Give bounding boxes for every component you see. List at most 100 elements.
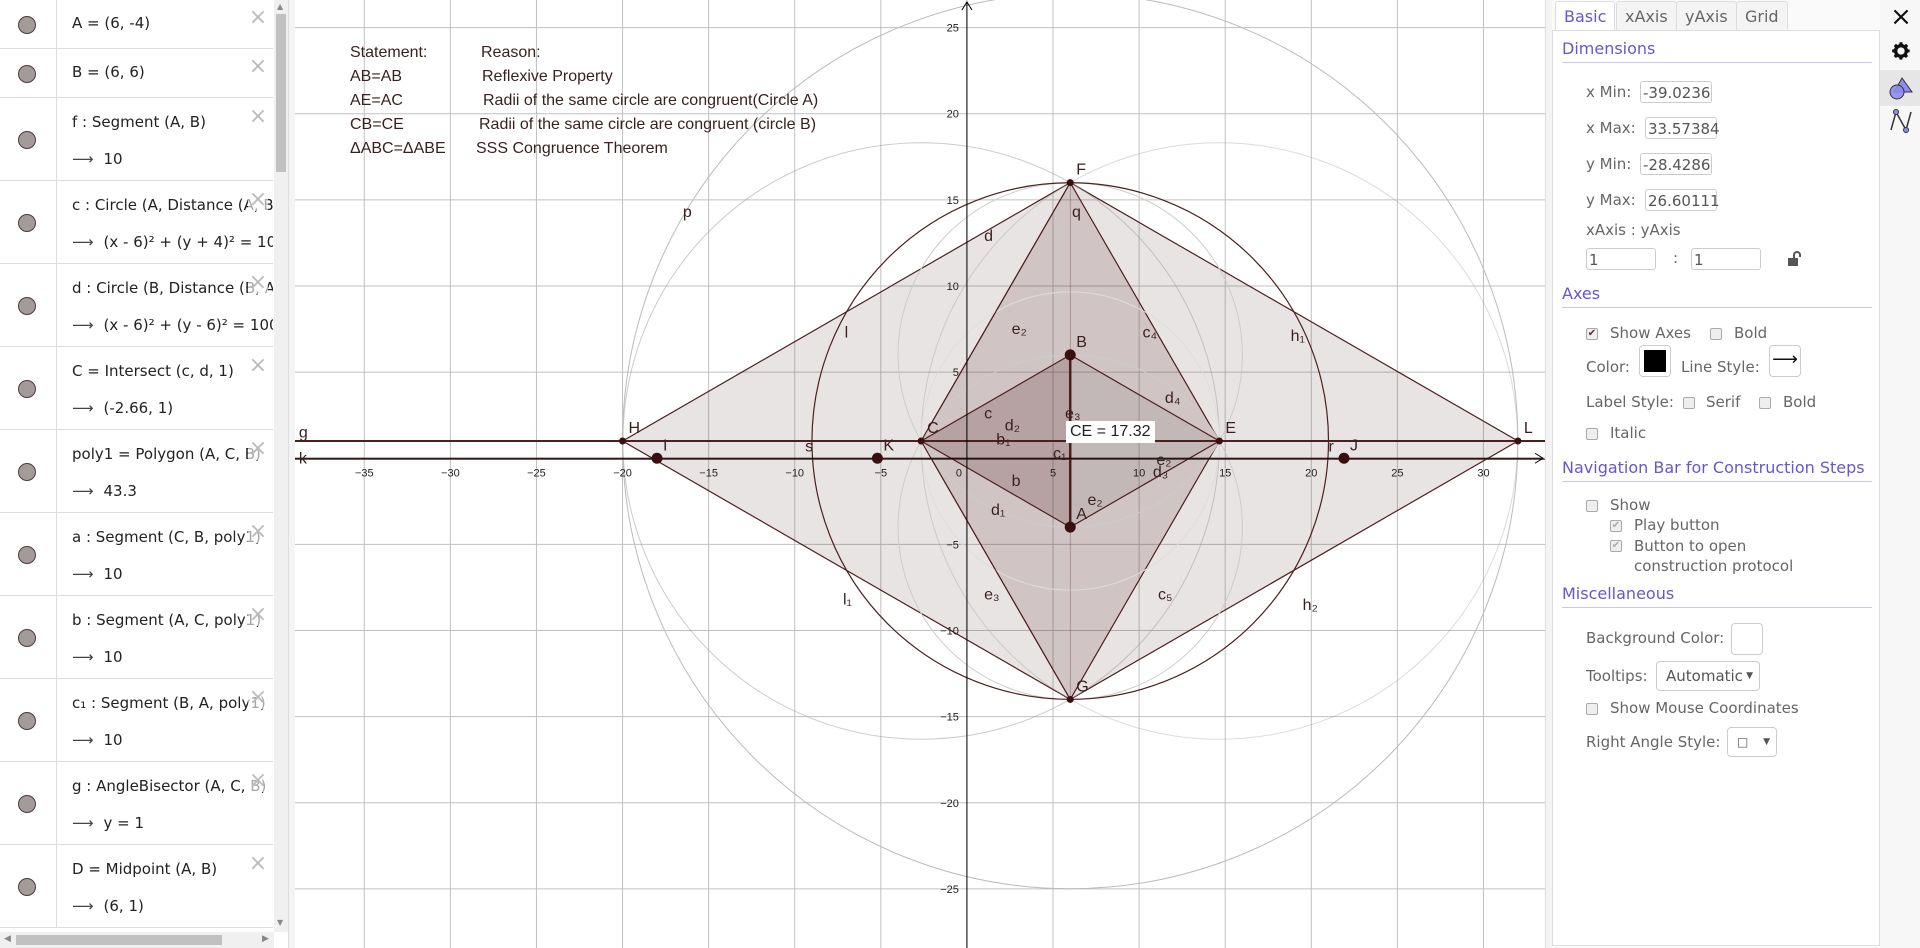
axes-color-button[interactable] [1639,345,1671,377]
close-icon[interactable]: × [1886,2,1916,32]
ymin-input[interactable]: -28.4286 [1640,153,1712,175]
scroll-right-arrow-icon[interactable]: ▶ [262,934,269,944]
point-h[interactable] [619,437,627,445]
algebra-definition[interactable]: f : Segment (A, B) [72,113,206,131]
algebra-definition[interactable]: C = Intersect (c, d, 1) [72,362,234,380]
delete-icon[interactable]: × [248,56,268,78]
algebra-row[interactable]: c₁ : Segment (B, A, poly1) ⟶ 10 × [0,679,273,762]
play-button-checkbox[interactable]: ✔ [1610,520,1622,532]
delete-icon[interactable]: × [248,770,268,792]
visibility-toggle-icon[interactable] [18,64,36,83]
function-graph-icon[interactable] [1886,106,1916,136]
tab-yaxis[interactable]: yAxis [1676,1,1737,31]
point-i[interactable] [651,452,663,464]
algebra-definition[interactable]: c : Circle (A, Distance (A, B)) [72,196,273,214]
scroll-left-arrow-icon[interactable]: ◀ [4,934,11,944]
scrollbar-thumb[interactable] [276,14,286,172]
algebra-definition[interactable]: d : Circle (B, Distance (B, A)) [72,279,273,297]
delete-icon[interactable]: × [248,106,268,128]
line-style-button[interactable]: ⟶ [1769,345,1801,377]
scrollbar-thumb[interactable] [16,935,222,945]
algebra-row[interactable]: c : Circle (A, Distance (A, B)) ⟶ (x - 6)²… [0,181,273,264]
gear-icon[interactable] [1886,36,1916,66]
italic-checkbox[interactable] [1586,428,1598,440]
visibility-toggle-icon[interactable] [18,296,36,315]
navbar-show-label: Show [1610,496,1651,514]
delete-icon[interactable]: × [248,355,268,377]
algebra-horizontal-scrollbar[interactable]: ◀ ▶ [0,932,274,948]
delete-icon[interactable]: × [248,7,268,29]
xmax-input[interactable]: 33.57384 [1645,117,1720,139]
graphics-view-icon[interactable] [1880,70,1920,106]
show-axes-checkbox[interactable]: ✔ [1586,328,1598,340]
algebra-row[interactable]: b : Segment (A, C, poly1) ⟶ 10 × [0,596,273,679]
algebra-vertical-scrollbar[interactable]: ▲ ▼ [274,0,288,932]
point-a[interactable] [1064,521,1076,533]
ymax-input[interactable]: 26.60111 [1645,189,1720,211]
scroll-up-arrow-icon[interactable]: ▲ [277,2,283,11]
tooltips-select[interactable]: Automatic ▼ [1656,661,1760,691]
point-c[interactable] [917,437,925,445]
point-l[interactable] [1514,437,1522,445]
tab-basic[interactable]: Basic [1555,1,1616,32]
algebra-definition[interactable]: a : Segment (C, B, poly1) [72,528,261,546]
point-g[interactable] [1066,695,1074,703]
delete-icon[interactable]: × [248,687,268,709]
algebra-row[interactable]: C = Intersect (c, d, 1) ⟶ (-2.66, 1) × [0,347,273,430]
algebra-row[interactable]: poly1 = Polygon (A, C, B) ⟶ 43.3 × [0,430,273,513]
algebra-row[interactable]: f : Segment (A, B) ⟶ 10 × [0,98,273,181]
visibility-toggle-icon[interactable] [18,545,36,564]
ratio-x-input[interactable]: 1 [1586,248,1656,270]
algebra-row[interactable]: B = (6, 6) × [0,49,273,98]
navbar-show-checkbox[interactable] [1586,500,1598,512]
visibility-toggle-icon[interactable] [18,711,36,730]
algebra-row[interactable]: D = Midpoint (A, B) ⟶ (6, 1) × [0,845,273,928]
point-k[interactable] [871,452,883,464]
mouse-coords-checkbox[interactable] [1586,703,1598,715]
tab-grid[interactable]: Grid [1736,1,1788,31]
section-miscellaneous: Miscellaneous [1562,584,1872,608]
label-bold-checkbox[interactable] [1759,397,1771,409]
y-tick-label: −10 [940,626,959,638]
visibility-toggle-icon[interactable] [18,213,36,232]
delete-icon[interactable]: × [248,189,268,211]
visibility-toggle-icon[interactable] [18,130,36,149]
point-e[interactable] [1215,437,1223,445]
algebra-definition[interactable]: g : AngleBisector (A, C, B) [72,777,266,795]
axes-bold-checkbox[interactable] [1710,328,1722,340]
point-b[interactable] [1064,349,1076,361]
visibility-toggle-icon[interactable] [18,379,36,398]
right-angle-select[interactable]: □ ▼ [1727,727,1777,757]
algebra-row[interactable]: a : Segment (C, B, poly1) ⟶ 10 × [0,513,273,596]
visibility-toggle-icon[interactable] [18,628,36,647]
xmin-input[interactable]: -39.0236 [1640,81,1712,103]
serif-checkbox[interactable] [1683,397,1695,409]
algebra-definition[interactable]: D = Midpoint (A, B) [72,860,217,878]
delete-icon[interactable]: × [248,438,268,460]
delete-icon[interactable]: × [248,604,268,626]
visibility-toggle-icon[interactable] [18,877,36,896]
visibility-toggle-icon[interactable] [18,462,36,481]
algebra-definition[interactable]: poly1 = Polygon (A, C, B) [72,445,261,463]
delete-icon[interactable]: × [248,853,268,875]
background-color-button[interactable] [1731,623,1763,655]
algebra-definition[interactable]: b : Segment (A, C, poly1) [72,611,261,629]
delete-icon[interactable]: × [248,521,268,543]
visibility-toggle-icon[interactable] [18,794,36,813]
algebra-definition[interactable]: B = (6, 6) [72,63,145,81]
point-f[interactable] [1066,179,1074,187]
visibility-toggle-icon[interactable] [18,15,36,34]
unlock-icon[interactable] [1787,251,1803,271]
protocol-button-checkbox[interactable]: ✔ [1610,540,1622,552]
graphics-view[interactable]: −35 −30 −25 −20 −15 −10 −5 0 5 10 15 20 25 30 −25 −20 −1… [295,0,1545,948]
algebra-definition[interactable]: c₁ : Segment (B, A, poly1) [72,694,266,712]
point-j[interactable] [1338,452,1350,464]
algebra-row[interactable]: g : AngleBisector (A, C, B) ⟶ y = 1 × [0,762,273,845]
algebra-definition[interactable]: A = (6, -4) [72,14,150,32]
scroll-down-arrow-icon[interactable]: ▼ [277,918,283,927]
tab-xaxis[interactable]: xAxis [1616,1,1677,31]
algebra-row[interactable]: d : Circle (B, Distance (B, A)) ⟶ (x - 6)²… [0,264,273,347]
algebra-row[interactable]: A = (6, -4) × [0,0,273,49]
ratio-y-input[interactable]: 1 [1691,248,1761,270]
delete-icon[interactable]: × [248,272,268,294]
